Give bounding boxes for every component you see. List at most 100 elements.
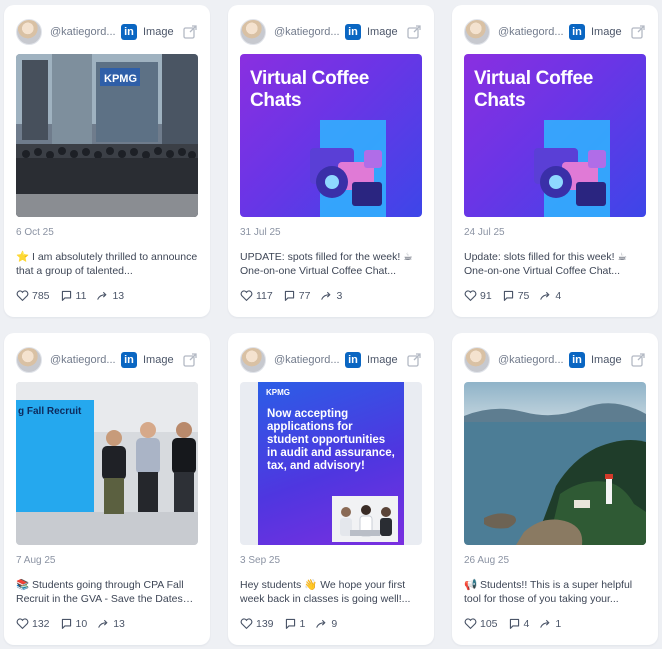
post-card[interactable]: @katiegord... in Image KPMG 6 Oct 25 ⭐ I…	[4, 5, 210, 317]
post-text[interactable]: 📢 Students!! This is a super helpful too…	[464, 578, 646, 606]
post-image[interactable]: Virtual Coffee Chats	[464, 54, 646, 217]
external-link-icon[interactable]	[630, 352, 646, 368]
post-text[interactable]: 📚 Students going through CPA Fall Recrui…	[16, 578, 198, 606]
share-icon	[540, 291, 550, 300]
likes-count: 139	[256, 617, 274, 630]
coast-photo-image	[464, 382, 646, 545]
post-card[interactable]: @katiegord... in Image 26 Aug 25 📢 Stude…	[452, 333, 658, 645]
graphic-panel: KPMG Now accepting applications for stud…	[258, 382, 404, 545]
share-icon	[316, 619, 326, 628]
post-image[interactable]: KPMG	[16, 54, 198, 217]
share-icon	[321, 291, 331, 300]
likes-metric: 132	[16, 617, 50, 630]
kpmg-logo: KPMG	[266, 388, 290, 397]
post-metrics: 785 11 13	[16, 289, 134, 302]
author-handle[interactable]: @katiegord...	[498, 354, 566, 366]
post-image[interactable]: KPMG Now accepting applications for stud…	[240, 382, 422, 545]
avatar	[240, 347, 266, 373]
post-card[interactable]: @katiegord... in Image KPMG Now acceptin…	[228, 333, 434, 645]
post-date: 26 Aug 25	[464, 555, 510, 566]
external-link-icon[interactable]	[630, 24, 646, 40]
likes-count: 132	[32, 617, 50, 630]
media-type-label: Image	[591, 354, 622, 366]
coffee-chat-graphic: Virtual Coffee Chats	[464, 54, 646, 217]
shares-count: 13	[113, 617, 125, 630]
post-text[interactable]: UPDATE: spots filled for the week! ☕ One…	[240, 250, 422, 278]
blocks-illustration	[534, 120, 610, 217]
banner-text: g Fall Recruit	[18, 406, 82, 417]
post-card-header: @katiegord... in Image	[464, 19, 646, 45]
post-metrics: 105 4 1	[464, 617, 571, 630]
group-photo-image: KPMG	[16, 54, 198, 217]
external-link-icon[interactable]	[406, 24, 422, 40]
comment-icon	[285, 618, 295, 629]
shares-metric: 4	[539, 289, 561, 302]
shares-count: 13	[112, 289, 125, 302]
comment-icon	[503, 290, 513, 301]
author-handle[interactable]: @katiegord...	[274, 354, 342, 366]
media-type-label: Image	[143, 26, 174, 38]
heart-icon	[240, 618, 253, 630]
shares-metric: 9	[315, 617, 337, 630]
accepting-applications-graphic: KPMG Now accepting applications for stud…	[240, 382, 422, 545]
author-handle[interactable]: @katiegord...	[50, 354, 118, 366]
share-icon	[540, 619, 550, 628]
post-image[interactable]: Virtual Coffee Chats	[240, 54, 422, 217]
comments-count: 11	[75, 289, 87, 302]
heart-icon	[240, 290, 253, 302]
coffee-chat-graphic: Virtual Coffee Chats	[240, 54, 422, 217]
external-link-icon[interactable]	[406, 352, 422, 368]
post-card[interactable]: @katiegord... in Image g Fall Recruit 7 …	[4, 333, 210, 645]
comments-metric: 11	[60, 289, 87, 302]
avatar	[16, 19, 42, 45]
post-text[interactable]: Hey students 👋 We hope your first week b…	[240, 578, 422, 606]
post-date: 24 Jul 25	[464, 227, 505, 238]
external-link-icon[interactable]	[182, 352, 198, 368]
comment-icon	[61, 290, 71, 301]
share-icon	[97, 291, 107, 300]
post-card-header: @katiegord... in Image	[240, 19, 422, 45]
blocks-illustration	[310, 120, 386, 217]
post-date: 3 Sep 25	[240, 555, 281, 566]
post-image[interactable]	[464, 382, 646, 545]
shares-count: 4	[555, 289, 562, 302]
likes-count: 785	[32, 289, 50, 302]
post-text[interactable]: ⭐ I am absolutely thrilled to announce t…	[16, 250, 198, 278]
media-type-label: Image	[367, 354, 398, 366]
post-image[interactable]: g Fall Recruit	[16, 382, 198, 545]
likes-metric: 105	[464, 617, 498, 630]
post-card-header: @katiegord... in Image	[16, 347, 198, 373]
author-handle[interactable]: @katiegord...	[498, 26, 566, 38]
external-link-icon[interactable]	[182, 24, 198, 40]
share-icon	[98, 619, 108, 628]
shares-count: 1	[555, 617, 562, 630]
comment-icon	[509, 618, 519, 629]
comments-metric: 77	[283, 289, 310, 302]
post-text[interactable]: Update: slots filled for this week! ☕ On…	[464, 250, 646, 278]
shares-metric: 1	[539, 617, 561, 630]
post-card[interactable]: @katiegord... in Image Virtual Coffee Ch…	[452, 5, 658, 317]
graphic-headline: Now accepting applications for student o…	[267, 408, 395, 472]
author-handle[interactable]: @katiegord...	[274, 26, 342, 38]
author-handle[interactable]: @katiegord...	[50, 26, 118, 38]
avatar	[464, 19, 490, 45]
media-type-label: Image	[591, 26, 622, 38]
avatar	[464, 347, 490, 373]
comments-metric: 10	[60, 617, 87, 630]
likes-count: 117	[256, 289, 273, 302]
post-card-header: @katiegord... in Image	[464, 347, 646, 373]
post-card[interactable]: @katiegord... in Image Virtual Coffee Ch…	[228, 5, 434, 317]
comments-metric: 4	[508, 617, 530, 630]
post-metrics: 117 77 3	[240, 289, 352, 302]
students-photo	[332, 496, 398, 542]
recruit-photo-image: g Fall Recruit	[16, 382, 198, 545]
comments-count: 4	[523, 617, 530, 630]
kpmg-sign: KPMG	[104, 73, 137, 85]
post-date: 31 Jul 25	[240, 227, 281, 238]
likes-count: 105	[480, 617, 498, 630]
likes-metric: 785	[16, 289, 50, 302]
avatar	[240, 19, 266, 45]
post-grid: @katiegord... in Image KPMG 6 Oct 25 ⭐ I…	[0, 0, 662, 649]
post-card-header: @katiegord... in Image	[240, 347, 422, 373]
post-date: 6 Oct 25	[16, 227, 54, 238]
